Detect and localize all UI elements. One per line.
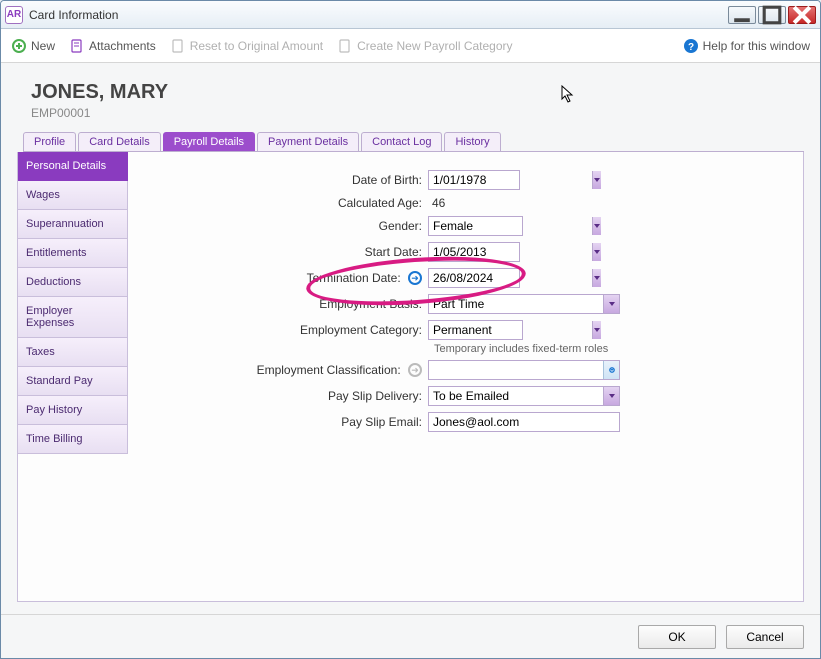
tab-history[interactable]: History bbox=[444, 132, 500, 151]
document-icon bbox=[337, 38, 353, 54]
attachments-button[interactable]: Attachments bbox=[69, 38, 156, 54]
footer: OK Cancel bbox=[1, 614, 820, 658]
sidebar-item-employer-expenses[interactable]: Employer Expenses bbox=[18, 297, 128, 338]
employee-id: EMP00001 bbox=[31, 106, 804, 120]
termination-date-field[interactable] bbox=[428, 268, 520, 288]
tab-body: Personal Details Wages Superannuation En… bbox=[17, 152, 804, 602]
reset-label: Reset to Original Amount bbox=[190, 39, 323, 53]
tab-payroll-details[interactable]: Payroll Details bbox=[163, 132, 255, 151]
classification-dropdown-button[interactable] bbox=[603, 361, 619, 379]
close-button[interactable] bbox=[788, 6, 816, 24]
slip-email-label: Pay Slip Email: bbox=[128, 415, 428, 429]
basis-input[interactable] bbox=[429, 295, 603, 313]
sidebar-item-wages[interactable]: Wages bbox=[18, 181, 128, 210]
window-title: Card Information bbox=[29, 8, 728, 22]
category-label: Employment Category: bbox=[128, 323, 428, 337]
category-field[interactable] bbox=[428, 320, 523, 340]
classification-label: Employment Classification: ➜ bbox=[128, 363, 428, 378]
help-label: Help for this window bbox=[703, 39, 810, 53]
classification-field[interactable] bbox=[428, 360, 620, 380]
gender-label: Gender: bbox=[128, 219, 428, 233]
slip-delivery-label: Pay Slip Delivery: bbox=[128, 389, 428, 403]
card-header: JONES, MARY EMP00001 bbox=[31, 81, 804, 120]
sidebar-item-taxes[interactable]: Taxes bbox=[18, 338, 128, 367]
plus-icon bbox=[11, 38, 27, 54]
start-date-label: Start Date: bbox=[128, 245, 428, 259]
classification-input[interactable] bbox=[429, 361, 603, 379]
employee-name: JONES, MARY bbox=[31, 81, 804, 104]
titlebar: AR Card Information bbox=[1, 1, 820, 29]
sidebar-item-personal-details[interactable]: Personal Details bbox=[18, 152, 128, 181]
termination-date-picker-button[interactable] bbox=[592, 269, 601, 287]
arrow-right-icon[interactable]: ➜ bbox=[408, 271, 422, 285]
slip-email-field[interactable] bbox=[428, 412, 620, 432]
slip-delivery-dropdown-button[interactable] bbox=[603, 387, 619, 405]
gender-field[interactable] bbox=[428, 216, 523, 236]
start-date-input[interactable] bbox=[429, 243, 592, 261]
ok-button[interactable]: OK bbox=[638, 625, 716, 649]
category-dropdown-button[interactable] bbox=[592, 321, 601, 339]
slip-delivery-input[interactable] bbox=[429, 387, 603, 405]
app-icon: AR bbox=[5, 6, 23, 24]
gender-dropdown-button[interactable] bbox=[592, 217, 601, 235]
age-label: Calculated Age: bbox=[128, 196, 428, 210]
arrow-right-icon[interactable]: ➜ bbox=[408, 363, 422, 377]
termination-date-input[interactable] bbox=[429, 269, 592, 287]
help-button[interactable]: ? Help for this window bbox=[683, 38, 810, 54]
basis-dropdown-button[interactable] bbox=[603, 295, 619, 313]
sidebar-item-standard-pay[interactable]: Standard Pay bbox=[18, 367, 128, 396]
maximize-button[interactable] bbox=[758, 6, 786, 24]
tab-strip: Profile Card Details Payroll Details Pay… bbox=[23, 130, 804, 152]
sidebar-item-entitlements[interactable]: Entitlements bbox=[18, 239, 128, 268]
card-information-window: AR Card Information New Attachments Rese… bbox=[0, 0, 821, 659]
attachments-label: Attachments bbox=[89, 39, 156, 53]
dob-field[interactable] bbox=[428, 170, 520, 190]
svg-text:?: ? bbox=[688, 42, 694, 53]
reset-icon bbox=[170, 38, 186, 54]
gender-input[interactable] bbox=[429, 217, 592, 235]
basis-field[interactable] bbox=[428, 294, 620, 314]
sidebar-item-superannuation[interactable]: Superannuation bbox=[18, 210, 128, 239]
tab-profile[interactable]: Profile bbox=[23, 132, 76, 151]
category-input[interactable] bbox=[429, 321, 592, 339]
termination-date-label: Termination Date: ➜ bbox=[128, 271, 428, 286]
tab-payment-details[interactable]: Payment Details bbox=[257, 132, 359, 151]
help-icon: ? bbox=[683, 38, 699, 54]
new-label: New bbox=[31, 39, 55, 53]
create-category-label: Create New Payroll Category bbox=[357, 39, 512, 53]
create-category-button: Create New Payroll Category bbox=[337, 38, 512, 54]
reset-button: Reset to Original Amount bbox=[170, 38, 323, 54]
start-date-field[interactable] bbox=[428, 242, 520, 262]
age-value: 46 bbox=[428, 196, 445, 210]
slip-delivery-field[interactable] bbox=[428, 386, 620, 406]
start-date-picker-button[interactable] bbox=[592, 243, 601, 261]
sidebar-item-time-billing[interactable]: Time Billing bbox=[18, 425, 128, 454]
minimize-button[interactable] bbox=[728, 6, 756, 24]
dob-label: Date of Birth: bbox=[128, 173, 428, 187]
toolbar: New Attachments Reset to Original Amount… bbox=[1, 29, 820, 63]
sidebar-item-deductions[interactable]: Deductions bbox=[18, 268, 128, 297]
tab-contact-log[interactable]: Contact Log bbox=[361, 132, 442, 151]
dob-input[interactable] bbox=[429, 171, 592, 189]
content-area: JONES, MARY EMP00001 Profile Card Detail… bbox=[1, 63, 820, 614]
tab-card-details[interactable]: Card Details bbox=[78, 132, 161, 151]
category-note: Temporary includes fixed-term roles bbox=[434, 343, 763, 355]
cancel-button[interactable]: Cancel bbox=[726, 625, 804, 649]
payroll-sidebar: Personal Details Wages Superannuation En… bbox=[18, 152, 128, 601]
personal-details-form: Date of Birth: Calculated Age: 46 Gender… bbox=[128, 152, 803, 601]
sidebar-item-pay-history[interactable]: Pay History bbox=[18, 396, 128, 425]
slip-email-input[interactable] bbox=[429, 413, 619, 431]
attachment-icon bbox=[69, 38, 85, 54]
new-button[interactable]: New bbox=[11, 38, 55, 54]
dob-picker-button[interactable] bbox=[592, 171, 601, 189]
basis-label: Employment Basis: bbox=[128, 297, 428, 311]
